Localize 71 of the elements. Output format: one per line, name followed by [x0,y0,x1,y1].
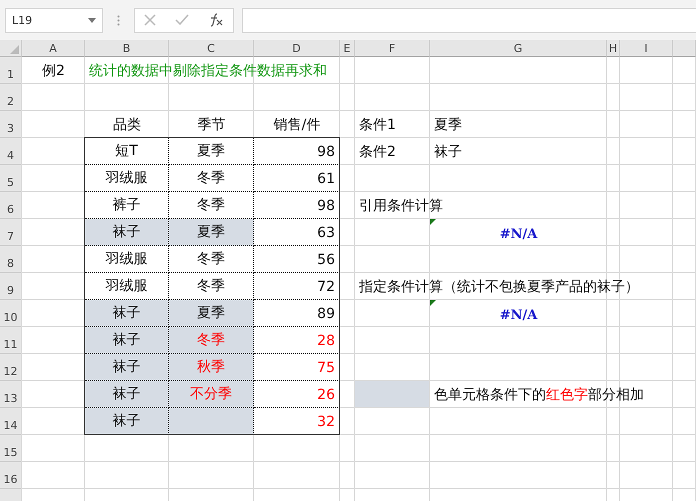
row-header[interactable]: 16 [0,462,22,489]
table-cell: 冬季 [169,327,254,354]
condition-label: 条件2 [359,143,396,161]
table-cell: 冬季 [169,246,254,273]
table-cell: 袜子 [85,354,169,381]
column-header[interactable]: F [355,40,430,57]
table-cell: 袜子 [85,219,169,246]
row-header[interactable]: 2 [0,84,22,111]
row-header[interactable]: 7 [0,219,22,246]
row-header[interactable]: 1 [0,57,22,84]
formula-result: #N/A [500,308,538,323]
row-header[interactable]: 13 [0,381,22,408]
table-cell: 夏季 [169,300,254,327]
table-cell: 短T [85,138,169,165]
row-header[interactable]: 12 [0,354,22,381]
row-header[interactable]: 15 [0,435,22,462]
dropdown-caret-icon [88,18,96,22]
column-header[interactable]: C [169,40,254,57]
calculation-heading: 引用条件计算 [359,197,443,215]
column-heading: 季节 [198,116,226,134]
error-indicator-icon [430,219,436,225]
row-header[interactable]: 5 [0,165,22,192]
column-header[interactable]: A [22,40,85,57]
row-header[interactable]: 9 [0,273,22,300]
condition-value: 袜子 [434,143,462,161]
column-heading: 销售/件 [274,116,320,134]
table-cell: 不分季 [169,381,254,408]
condition-label: 条件1 [359,116,396,134]
table-cell: 冬季 [169,165,254,192]
calculation-heading: 指定条件计算（统计不包换夏季产品的袜子） [359,278,639,296]
table-cell: 羽绒服 [85,246,169,273]
column-heading: 品类 [113,116,141,134]
name-box[interactable]: L19 [5,8,103,32]
column-header[interactable]: H [607,40,620,57]
column-header[interactable]: E [340,40,355,57]
row-header[interactable]: 8 [0,246,22,273]
row-header[interactable]: 3 [0,111,22,138]
column-header[interactable]: B [85,40,169,57]
condition-value: 夏季 [434,116,462,134]
table-cell: 裤子 [85,192,169,219]
table-cell: 袜子 [85,300,169,327]
select-all-corner[interactable] [0,40,22,57]
table-cell: 羽绒服 [85,165,169,192]
column-header[interactable]: D [254,40,340,57]
column-header[interactable]: I [620,40,673,57]
table-cell: 夏季 [169,219,254,246]
select-all-icon[interactable] [10,45,19,54]
grip-icon [117,14,120,26]
table-cell: 袜子 [85,381,169,408]
formula-result: #N/A [500,227,538,242]
row-header[interactable]: 4 [0,138,22,165]
table-cell: 冬季 [169,192,254,219]
cancel-icon[interactable] [144,14,156,26]
error-indicator-icon [430,300,436,306]
table-cell: 羽绒服 [85,273,169,300]
formula-bar[interactable] [242,8,696,32]
column-header[interactable]: G [430,40,607,57]
confirm-icon[interactable] [174,14,189,26]
table-cell: 夏季 [169,138,254,165]
example-label: 例2 [42,62,65,80]
table-cell: 袜子 [85,327,169,354]
row-header[interactable]: 10 [0,300,22,327]
table-cell: 秋季 [169,354,254,381]
sheet-title: 统计的数据中剔除指定条件数据再求和 [89,62,327,80]
table-cell: 冬季 [169,273,254,300]
legend-text: 色单元格条件下的红色字部分相加 [434,386,644,404]
row-header[interactable]: 11 [0,327,22,354]
row-header[interactable]: 6 [0,192,22,219]
column-header[interactable] [673,40,696,57]
table-cell: 袜子 [85,408,169,435]
row-header[interactable]: 14 [0,408,22,435]
